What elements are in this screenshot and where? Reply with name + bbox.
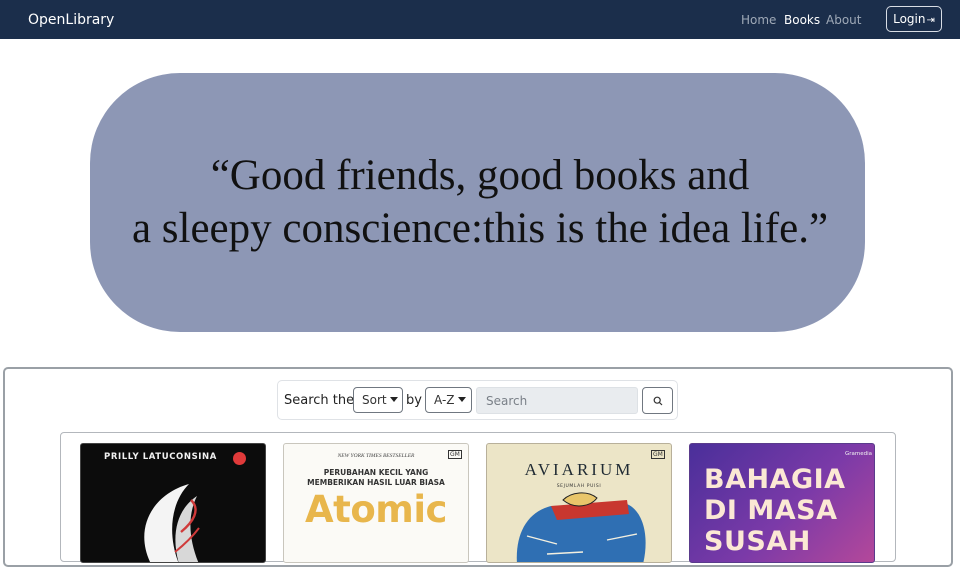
book-cover-title: BAHAGIA DI MASA SUSAH: [704, 464, 846, 557]
book-card[interactable]: PRILLY LATUCONSINA: [80, 443, 266, 563]
book-cover-subtitle: PERUBAHAN KECIL YANG MEMBERIKAN HASIL LU…: [307, 468, 445, 487]
search-prefix-label: Search the: [284, 393, 355, 408]
search-bar: Search the Sort by A-Z: [277, 380, 678, 420]
nav-link-books[interactable]: Books: [784, 12, 820, 28]
publisher-logo: GM: [448, 450, 462, 459]
book-cover-tag: NEW YORK TIMES BESTSELLER: [337, 453, 415, 459]
login-button[interactable]: Login⇥: [886, 6, 942, 32]
search-by-label: by: [406, 393, 422, 408]
hero-quote: “Good friends, good books and a sleepy c…: [0, 149, 960, 255]
caret-down-icon: [457, 397, 466, 402]
search-icon: [653, 396, 663, 406]
caret-down-icon: [389, 397, 398, 402]
publisher-logo: Gramedia: [845, 451, 873, 457]
sort-dropdown[interactable]: Sort: [353, 387, 403, 413]
sort-dropdown-label: Sort: [362, 393, 387, 407]
hero-quote-line-1: “Good friends, good books and: [210, 152, 750, 199]
search-input[interactable]: [476, 387, 638, 414]
order-dropdown-label: A-Z: [434, 393, 455, 407]
cover-art: [516, 492, 646, 562]
book-cover-title-line: DI MASA: [704, 495, 838, 526]
brand-logo[interactable]: OpenLibrary: [28, 11, 114, 29]
book-card[interactable]: Gramedia BAHAGIA DI MASA SUSAH: [689, 443, 875, 563]
search-button[interactable]: [642, 387, 673, 414]
login-button-label: Login: [893, 12, 926, 26]
order-dropdown[interactable]: A-Z: [425, 387, 472, 413]
book-card[interactable]: GM AVIARIUM SEJUMLAH PUISI: [486, 443, 672, 563]
nav-link-about[interactable]: About: [826, 12, 861, 28]
book-cover-title-line: BAHAGIA: [704, 464, 846, 495]
book-cover-title: Atomic: [305, 488, 447, 531]
book-card[interactable]: NEW YORK TIMES BESTSELLER GM PERUBAHAN K…: [283, 443, 469, 563]
cover-art: [144, 484, 200, 562]
nav-link-home[interactable]: Home: [741, 12, 776, 28]
book-cover-title-line: SUSAH: [704, 526, 811, 557]
navbar: OpenLibrary Home Books About Login⇥: [0, 0, 960, 39]
hero-quote-line-2: a sleepy conscience:this is the idea lif…: [131, 205, 829, 252]
box-arrow-in-right-icon: ⇥: [926, 15, 935, 26]
